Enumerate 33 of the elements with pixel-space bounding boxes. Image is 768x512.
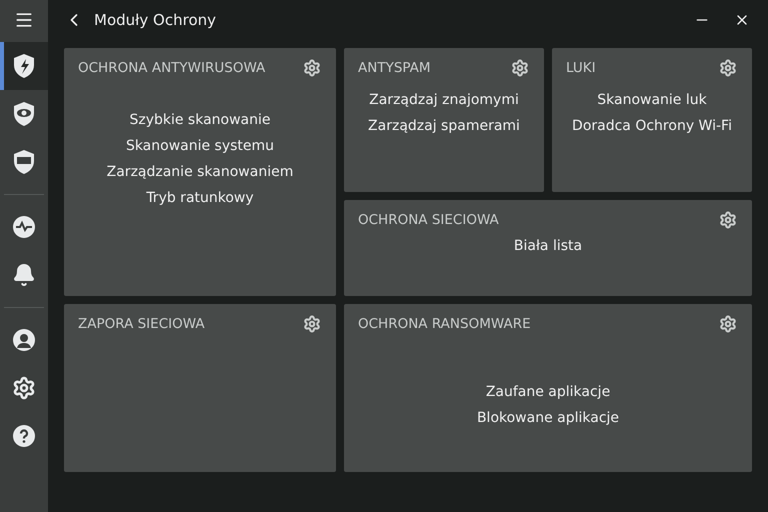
- module-link[interactable]: Szybkie skanowanie: [129, 112, 271, 128]
- module-link[interactable]: Blokowane aplikacje: [476, 410, 620, 426]
- settings-icon[interactable]: [510, 58, 530, 78]
- card-title: ZAPORA SIECIOWA: [78, 316, 205, 332]
- module-link[interactable]: Zaufane aplikacje: [486, 384, 610, 400]
- window-title: Moduły Ochrony: [94, 11, 218, 29]
- help-icon: [12, 424, 36, 448]
- user-icon: [12, 328, 36, 352]
- settings-icon[interactable]: [718, 314, 738, 334]
- settings-icon[interactable]: [718, 58, 738, 78]
- settings-icon[interactable]: [302, 58, 322, 78]
- settings-icon: [12, 376, 36, 400]
- module-link[interactable]: Skanowanie systemu: [126, 138, 274, 154]
- pulse-icon: [12, 215, 36, 239]
- module-link[interactable]: Tryb ratunkowy: [146, 190, 254, 206]
- module-link[interactable]: Biała lista: [514, 238, 582, 254]
- bell-icon: [12, 263, 36, 287]
- card-title: LUKI: [566, 60, 596, 76]
- module-link[interactable]: Zarządzaj znajomymi: [369, 92, 519, 108]
- eye-shield-icon: [12, 101, 36, 127]
- shield-icon: [12, 53, 36, 79]
- module-link[interactable]: Doradca Ochrony Wi-Fi: [572, 118, 732, 134]
- sidebar-item[interactable]: [0, 42, 48, 90]
- card-title: OCHRONA ANTYWIRUSOWA: [78, 60, 266, 76]
- card-title: OCHRONA RANSOMWARE: [358, 316, 531, 332]
- tv-shield-icon: [12, 149, 36, 175]
- settings-icon[interactable]: [718, 210, 738, 230]
- module-link[interactable]: Skanowanie luk: [597, 92, 707, 108]
- card-title: ANTYSPAM: [358, 60, 431, 76]
- settings-icon[interactable]: [302, 314, 322, 334]
- module-link[interactable]: Zarządzaj spamerami: [368, 118, 520, 134]
- card-title: OCHRONA SIECIOWA: [358, 212, 499, 228]
- module-link[interactable]: Zarządzanie skanowaniem: [106, 164, 294, 180]
